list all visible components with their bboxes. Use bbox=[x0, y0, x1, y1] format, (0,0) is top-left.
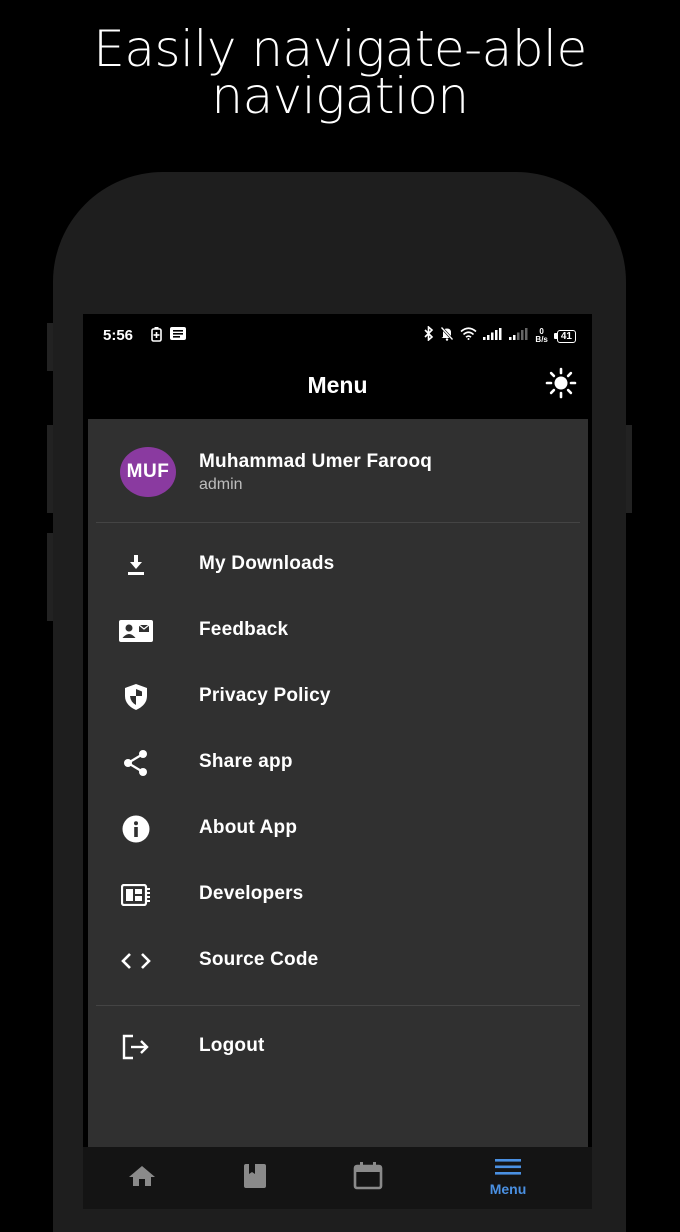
net-speed-unit: B/s bbox=[535, 335, 548, 344]
bottom-navigation: Menu bbox=[83, 1147, 592, 1209]
divider bbox=[96, 1005, 580, 1006]
download-icon bbox=[118, 549, 154, 581]
page-title: Menu bbox=[307, 372, 368, 398]
status-bar: 5:56 0 B/s 41 bbox=[83, 314, 592, 354]
phone-screen: 5:56 0 B/s 41 Menu MUF Muhammad Umer Far… bbox=[83, 314, 592, 1209]
menu-item-my-downloads[interactable]: My Downloads bbox=[88, 535, 588, 595]
nav-menu[interactable]: Menu bbox=[458, 1147, 558, 1209]
nav-calendar[interactable] bbox=[318, 1147, 418, 1209]
wifi-icon bbox=[460, 327, 477, 345]
logout-label: Logout bbox=[199, 1035, 265, 1056]
bluetooth-icon bbox=[424, 325, 434, 346]
menu-icon bbox=[495, 1159, 521, 1180]
book-icon bbox=[243, 1163, 267, 1194]
calendar-icon bbox=[353, 1161, 383, 1195]
nav-book[interactable] bbox=[205, 1147, 305, 1209]
battery-level: 41 bbox=[556, 329, 576, 343]
share-icon bbox=[118, 747, 154, 779]
headline-line-2: navigation bbox=[211, 67, 469, 125]
theme-toggle-button[interactable] bbox=[544, 367, 578, 404]
profile-role: admin bbox=[199, 476, 243, 493]
phone-side-button bbox=[47, 533, 53, 621]
signal-secondary-icon bbox=[509, 327, 529, 345]
sun-icon bbox=[545, 367, 577, 404]
signal-icon bbox=[483, 327, 503, 345]
menu-item-label: Source Code bbox=[199, 949, 319, 970]
menu-item-label: Privacy Policy bbox=[199, 685, 331, 706]
navigation-drawer: MUF Muhammad Umer Farooq admin My Downlo… bbox=[88, 419, 588, 1147]
menu-item-about-app[interactable]: About App bbox=[88, 799, 588, 859]
divider bbox=[96, 522, 580, 523]
mute-bell-icon bbox=[440, 326, 454, 346]
shield-icon bbox=[118, 681, 154, 713]
nav-home[interactable] bbox=[92, 1147, 192, 1209]
headline-line-1: Easily navigate-able bbox=[93, 20, 587, 78]
battery-saver-icon bbox=[151, 327, 162, 347]
menu-item-label: About App bbox=[199, 817, 298, 838]
menu-item-label: Feedback bbox=[199, 619, 289, 640]
code-icon bbox=[118, 945, 154, 977]
status-time: 5:56 bbox=[103, 327, 134, 344]
profile-name: Muhammad Umer Farooq bbox=[199, 451, 433, 472]
menu-item-share-app[interactable]: Share app bbox=[88, 733, 588, 793]
app-bar: Menu bbox=[83, 354, 592, 418]
menu-item-privacy-policy[interactable]: Privacy Policy bbox=[88, 667, 588, 727]
phone-side-button bbox=[47, 323, 53, 371]
contact-card-icon bbox=[118, 615, 154, 647]
logout-icon bbox=[118, 1031, 154, 1063]
menu-item-developers[interactable]: Developers bbox=[88, 865, 588, 925]
battery-icon: 41 bbox=[553, 329, 576, 343]
menu-item-label: Developers bbox=[199, 883, 304, 904]
phone-side-button bbox=[47, 425, 53, 513]
menu-item-source-code[interactable]: Source Code bbox=[88, 931, 588, 991]
message-icon bbox=[170, 327, 186, 347]
menu-item-label: My Downloads bbox=[199, 553, 335, 574]
info-icon bbox=[118, 813, 154, 845]
menu-item-feedback[interactable]: Feedback bbox=[88, 601, 588, 661]
logout-button[interactable]: Logout bbox=[88, 1017, 588, 1077]
home-icon bbox=[128, 1164, 156, 1193]
menu-item-label: Share app bbox=[199, 751, 293, 772]
phone-power-button bbox=[626, 425, 632, 513]
developer-board-icon bbox=[118, 879, 154, 911]
avatar: MUF bbox=[120, 447, 176, 497]
profile-header[interactable]: MUF Muhammad Umer Farooq admin bbox=[88, 419, 588, 523]
headline: Easily navigate-able navigation bbox=[0, 20, 680, 125]
nav-menu-label: Menu bbox=[489, 1181, 527, 1197]
net-speed: 0 B/s bbox=[535, 328, 547, 344]
